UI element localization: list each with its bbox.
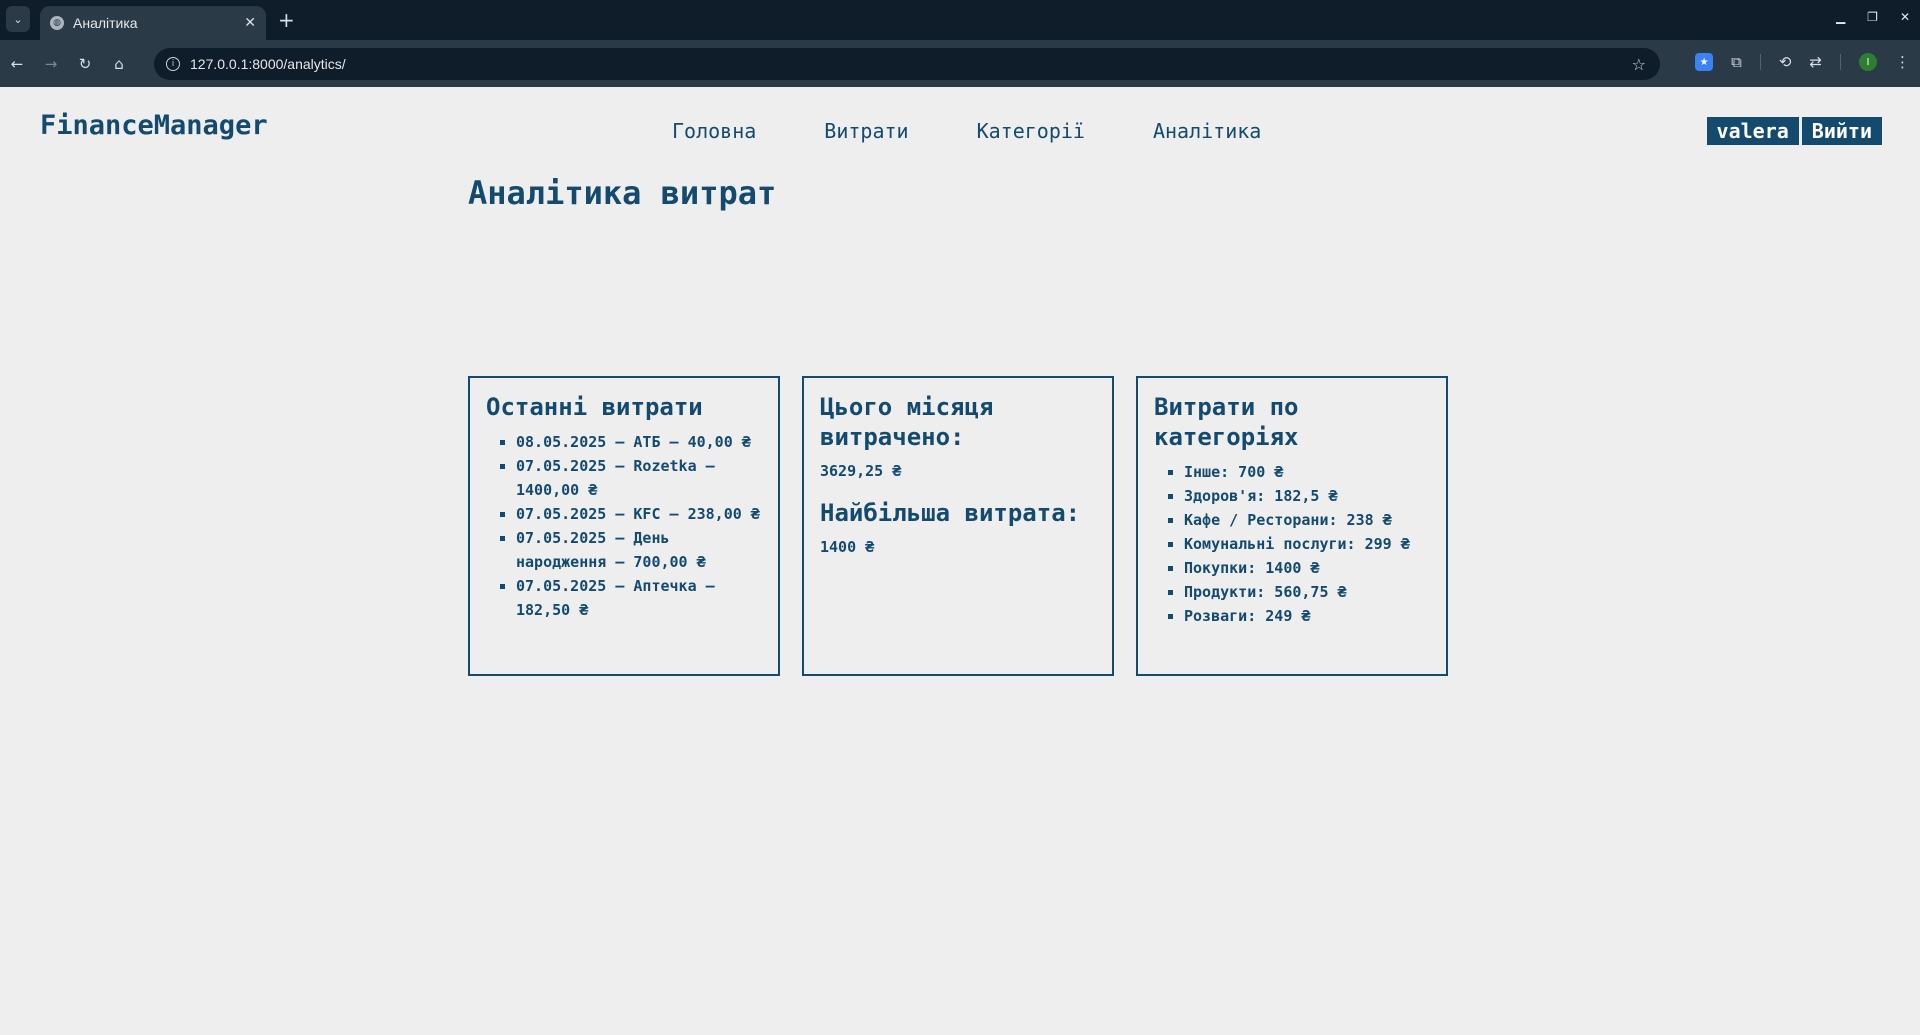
url-text[interactable]: 127.0.0.1:8000/analytics/	[190, 56, 1632, 72]
main-nav: Головна Витрати Категорії Аналітика	[672, 119, 1329, 143]
home-icon[interactable]: ⌂	[102, 55, 136, 73]
page-title: Аналітика витрат	[468, 174, 777, 212]
kebab-menu-icon[interactable]: ⋮	[1895, 53, 1910, 71]
category-expenses-list: Інше: 700 ₴ Здоров'я: 182,5 ₴ Кафе / Рес…	[1154, 460, 1430, 628]
list-item: 07.05.2025 — Rozetka — 1400,00 ₴	[516, 454, 762, 502]
month-spent-title: Цього місяця витрачено:	[820, 393, 994, 451]
back-arrow-icon[interactable]: ←	[0, 55, 34, 73]
toolbar-divider	[1759, 54, 1761, 70]
tab-title: Аналітика	[73, 15, 138, 31]
recent-expenses-card: Останні витрати 08.05.2025 — АТБ — 40,00…	[468, 376, 780, 676]
site-logo[interactable]: FinanceManager	[40, 110, 268, 141]
analytics-cards: Останні витрати 08.05.2025 — АТБ — 40,00…	[468, 376, 1448, 676]
cast-badge-icon[interactable]: ★	[1695, 53, 1714, 71]
window-controls: ▁ ❐ ✕	[1836, 10, 1910, 24]
extension-area: ★ ⧉ ⟲ ⇄ I ⋮	[1695, 53, 1910, 71]
extensions-puzzle-icon[interactable]: ⧉	[1731, 53, 1742, 71]
page: FinanceManager Головна Витрати Категорії…	[0, 87, 1920, 1035]
restore-icon[interactable]: ❐	[1867, 10, 1878, 24]
user-controls: valera Вийти	[1706, 117, 1882, 145]
list-item: 08.05.2025 — АТБ — 40,00 ₴	[516, 430, 762, 454]
forward-arrow-icon[interactable]: →	[34, 55, 68, 73]
category-expenses-card: Витрати по категоріях Інше: 700 ₴ Здоров…	[1136, 376, 1448, 676]
new-tab-icon[interactable]: +	[278, 8, 295, 32]
history-icon[interactable]: ⟲	[1779, 53, 1792, 71]
list-item: 07.05.2025 — KFC — 238,00 ₴	[516, 502, 762, 526]
nav-home[interactable]: Головна	[672, 119, 756, 143]
username-badge[interactable]: valera	[1706, 117, 1799, 145]
recent-expenses-title: Останні витрати	[486, 393, 703, 421]
browser-chrome: ⌄ ◍ Аналітика ✕ + ▁ ❐ ✕ ← → ↻ ⌂ i 127.0.…	[0, 0, 1920, 87]
tab-search-chevron-icon[interactable]: ⌄	[6, 6, 30, 32]
list-item: 07.05.2025 — Аптечка — 182,50 ₴	[516, 574, 762, 622]
browser-toolbar: ← → ↻ ⌂ i 127.0.0.1:8000/analytics/ ☆ ★ …	[0, 40, 1920, 87]
nav-categories[interactable]: Категорії	[977, 119, 1085, 143]
category-expenses-title: Витрати по категоріях	[1154, 393, 1299, 451]
month-summary-card: Цього місяця витрачено: 3629,25 ₴ Найбіл…	[802, 376, 1114, 676]
list-item: Комунальні послуги: 299 ₴	[1184, 532, 1430, 556]
close-tab-icon[interactable]: ✕	[244, 15, 256, 31]
list-item: Інше: 700 ₴	[1184, 460, 1430, 484]
minimize-icon[interactable]: ▁	[1836, 10, 1845, 24]
translate-icon[interactable]: ⇄	[1809, 53, 1822, 71]
list-item: Покупки: 1400 ₴	[1184, 556, 1430, 580]
list-item: Кафе / Ресторани: 238 ₴	[1184, 508, 1430, 532]
month-spent-value: 3629,25 ₴	[820, 462, 902, 480]
site-info-icon[interactable]: i	[166, 57, 180, 71]
list-item: Здоров'я: 182,5 ₴	[1184, 484, 1430, 508]
nav-analytics[interactable]: Аналітика	[1153, 119, 1261, 143]
logout-button[interactable]: Вийти	[1801, 117, 1882, 145]
list-item: 07.05.2025 — День народження — 700,00 ₴	[516, 526, 762, 574]
nav-expenses[interactable]: Витрати	[824, 119, 908, 143]
bookmark-star-icon[interactable]: ☆	[1632, 55, 1646, 74]
list-item: Продукти: 560,75 ₴	[1184, 580, 1430, 604]
reload-icon[interactable]: ↻	[68, 55, 102, 73]
close-window-icon[interactable]: ✕	[1900, 10, 1910, 24]
browser-tab[interactable]: ◍ Аналітика ✕	[40, 6, 266, 40]
recent-expenses-list: 08.05.2025 — АТБ — 40,00 ₴ 07.05.2025 — …	[486, 430, 762, 622]
toolbar-divider	[1840, 54, 1841, 70]
largest-expense-value: 1400 ₴	[820, 538, 875, 556]
profile-avatar[interactable]: I	[1859, 53, 1877, 71]
list-item: Розваги: 249 ₴	[1184, 604, 1430, 628]
address-bar[interactable]: i 127.0.0.1:8000/analytics/ ☆	[154, 48, 1660, 80]
largest-expense-title: Найбільша витрата:	[820, 499, 1081, 527]
globe-icon: ◍	[50, 16, 64, 30]
tab-bar: ⌄ ◍ Аналітика ✕ + ▁ ❐ ✕	[0, 0, 1920, 40]
